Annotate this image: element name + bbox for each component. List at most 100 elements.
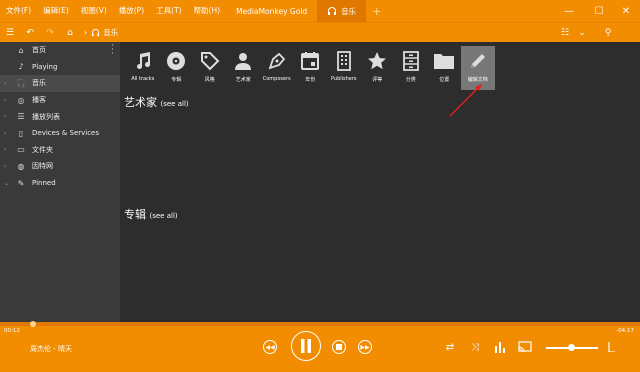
category-label: All tracks (131, 76, 155, 82)
search-icon[interactable]: ⚲ (598, 23, 618, 43)
sidebar-item-home[interactable]: ⌂ 首页 (0, 42, 120, 59)
globe-icon: ◍ (17, 161, 25, 171)
category-classification[interactable]: 分类 (394, 46, 428, 90)
repeat-icon[interactable]: ⇄ (442, 340, 458, 354)
main-content: All tracks 专辑 风格 艺术家 Composers 年份 Publis… (120, 42, 640, 322)
menu-edit[interactable]: 编辑(E) (37, 0, 75, 22)
remaining-time: -04:17 (616, 328, 634, 334)
sidebar: · · · ⌂ 首页 ♪ Playing › 🎧 音乐 › ◎ 播客 › ☰ 播放列表 › ▯ Devi… (0, 42, 120, 322)
chevron-right-icon[interactable]: › (4, 113, 14, 120)
device-icon: ▯ (18, 128, 24, 138)
category-composers[interactable]: Composers (260, 46, 294, 90)
category-label: Publishers (330, 76, 357, 82)
tab-label: 音乐 (341, 6, 357, 16)
tab-music[interactable]: 音乐 (317, 0, 367, 22)
stop-button[interactable] (332, 340, 346, 354)
volume-icon[interactable] (604, 340, 620, 354)
category-artists[interactable]: 艺术家 (227, 46, 261, 90)
home-icon[interactable]: ⌂ (60, 23, 80, 43)
menu-view[interactable]: 视图(V) (75, 0, 113, 22)
category-label: 年份 (305, 77, 316, 83)
see-all-link[interactable]: (see all) (150, 212, 178, 220)
menu-icon[interactable]: ☰ (0, 23, 20, 43)
cast-icon[interactable] (517, 340, 533, 354)
folder-icon (434, 54, 455, 69)
sidebar-item-label: Devices & Services (32, 129, 100, 138)
chevron-down-icon[interactable]: ⌄ (572, 23, 592, 43)
music-notes-icon (136, 52, 150, 70)
sidebar-item-label: 音乐 (32, 79, 46, 88)
shuffle-icon[interactable]: ⤨ (467, 340, 483, 354)
category-label: 评等 (372, 77, 383, 83)
category-ratings[interactable]: 评等 (361, 46, 395, 90)
next-button[interactable]: ▶︎▶︎ (358, 340, 372, 354)
maximize-button[interactable]: ☐ (585, 0, 613, 22)
close-button[interactable]: ✕ (612, 0, 640, 22)
sidebar-item-pinned[interactable]: ⌄ ✎ Pinned (0, 175, 120, 192)
now-playing-title[interactable]: 周杰伦 - 晴天 (30, 344, 72, 354)
tab-mediamonkey[interactable]: MediaMonkey Gold (226, 0, 317, 22)
previous-button[interactable]: ◀︎◀︎ (263, 340, 277, 354)
category-publishers[interactable]: Publishers (327, 46, 361, 90)
seek-bar[interactable] (0, 321, 640, 327)
sidebar-item-music[interactable]: › 🎧 音乐 (0, 75, 120, 92)
new-tab-button[interactable]: + (372, 5, 381, 18)
menu-tools[interactable]: 工具(T) (150, 0, 187, 22)
calendar-icon (301, 52, 320, 70)
sidebar-item-label: Pinned (32, 179, 56, 188)
sidebar-item-label: Playing (32, 62, 58, 71)
sidebar-item-label: 播放列表 (32, 112, 60, 121)
toolbar: ☰ ↶ ↷ ⌂ › 音乐 ☷ ⌄ ⚲ (0, 22, 640, 42)
chevron-right-icon[interactable]: › (4, 163, 14, 170)
back-icon[interactable]: ↶ (20, 23, 40, 43)
menu-file[interactable]: 文件(F) (0, 0, 37, 22)
category-bar: All tracks 专辑 风格 艺术家 Composers 年份 Publis… (126, 46, 495, 90)
minimize-button[interactable]: — (555, 0, 583, 22)
chevron-right-icon[interactable]: › (4, 80, 14, 87)
sidebar-item-label: 因特网 (32, 162, 53, 171)
playlist-icon: ☰ (17, 112, 25, 122)
more-options-icon[interactable]: · · · (111, 42, 114, 59)
pin-icon: ✎ (17, 178, 25, 188)
volume-handle[interactable] (568, 344, 575, 351)
cabinet-icon (402, 51, 419, 71)
artists-section-title: 艺术家 (see all) (124, 94, 189, 110)
sidebar-item-label: 播客 (32, 96, 46, 105)
pencil-icon (470, 54, 485, 68)
category-label: 艺术家 (235, 77, 251, 83)
menu-play[interactable]: 播放(P) (113, 0, 150, 22)
sidebar-item-devices[interactable]: › ▯ Devices & Services (0, 125, 120, 142)
podcast-icon: ◎ (17, 95, 25, 105)
building-icon (336, 51, 351, 71)
sidebar-item-playlists[interactable]: › ☰ 播放列表 (0, 108, 120, 125)
category-label: 分类 (405, 77, 416, 83)
menu-help[interactable]: 帮助(H) (188, 0, 227, 22)
seek-handle[interactable] (30, 321, 36, 327)
category-label: 专辑 (171, 77, 182, 83)
chevron-right-icon[interactable]: › (4, 97, 14, 104)
laptop-icon: ▭ (17, 145, 25, 155)
pen-nib-icon (268, 52, 285, 70)
sidebar-item-podcasts[interactable]: › ◎ 播客 (0, 92, 120, 109)
category-all-tracks[interactable]: All tracks (126, 46, 160, 90)
chevron-right-icon[interactable]: › (4, 146, 14, 153)
chevron-down-icon[interactable]: ⌄ (4, 180, 14, 187)
sidebar-item-internet[interactable]: › ◍ 因特网 (0, 158, 120, 175)
category-label: Composers (262, 76, 291, 82)
breadcrumb-current[interactable]: 音乐 (103, 27, 118, 38)
headphones-icon (328, 7, 337, 15)
equalizer-icon[interactable] (492, 340, 508, 354)
category-albums[interactable]: 专辑 (160, 46, 194, 90)
stop-icon (336, 344, 342, 350)
see-all-link[interactable]: (see all) (161, 100, 189, 108)
star-icon (368, 52, 387, 70)
forward-icon[interactable]: ↷ (40, 23, 60, 43)
pause-button[interactable] (291, 331, 321, 361)
sidebar-item-folders[interactable]: › ▭ 文件夹 (0, 142, 120, 159)
sidebar-item-playing[interactable]: ♪ Playing (0, 59, 120, 76)
category-years[interactable]: 年份 (294, 46, 328, 90)
breadcrumb: › 音乐 (80, 27, 118, 38)
chevron-right-icon[interactable]: › (4, 130, 14, 137)
volume-slider[interactable] (546, 344, 598, 351)
category-genres[interactable]: 风格 (193, 46, 227, 90)
